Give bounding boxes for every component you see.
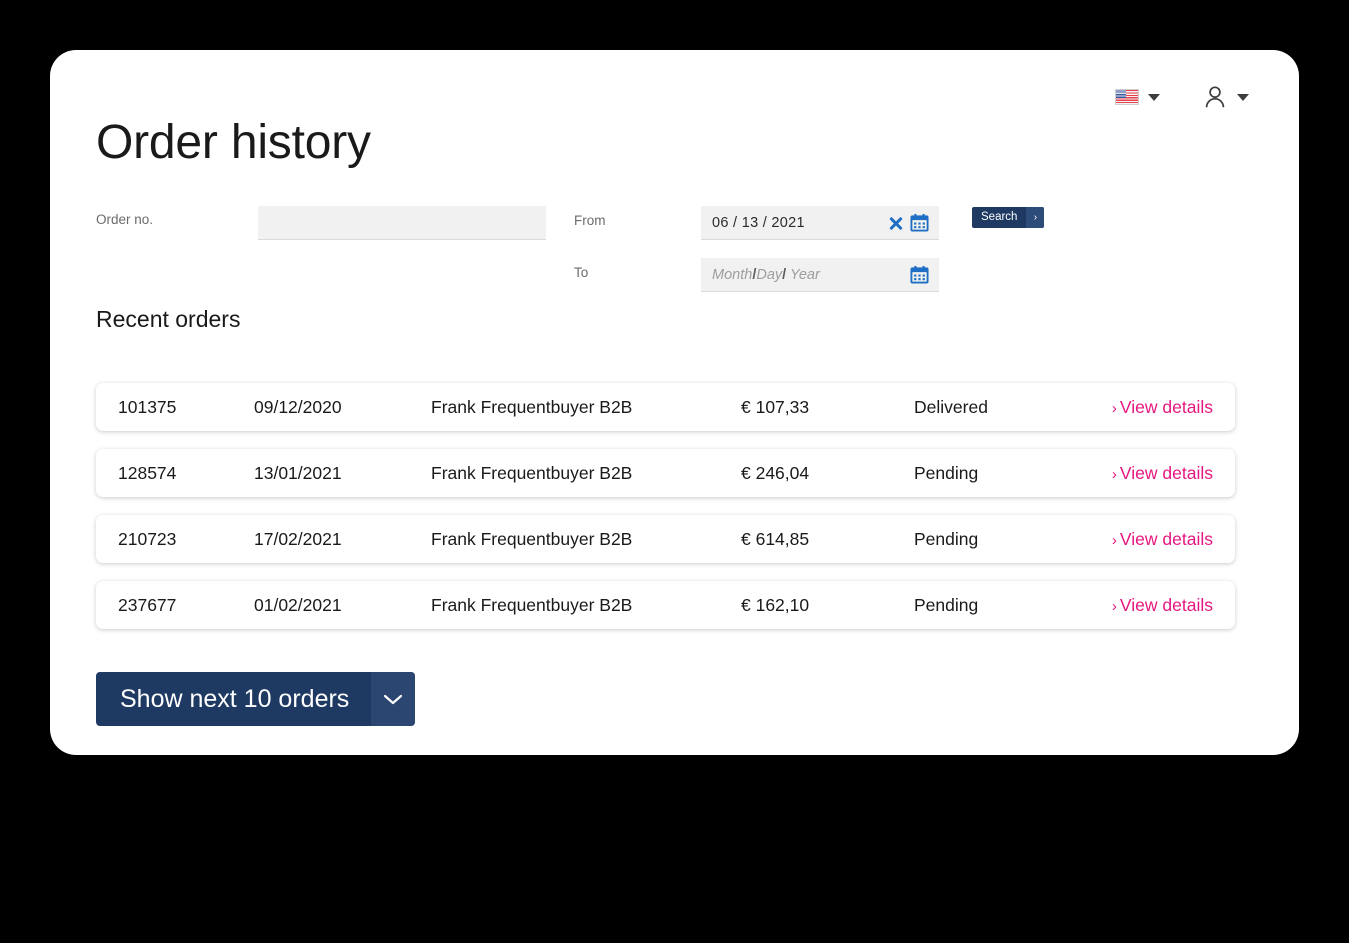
to-date-placeholder: Month/Day/ Year bbox=[701, 267, 910, 283]
from-date-value: 06 / 13 / 2021 bbox=[712, 214, 805, 231]
table-row[interactable]: 101375 09/12/2020 Frank Frequentbuyer B2… bbox=[96, 383, 1235, 431]
to-placeholder-day: Day bbox=[756, 266, 783, 283]
chevron-down-icon bbox=[1237, 93, 1249, 101]
close-icon[interactable] bbox=[886, 213, 906, 233]
show-next-orders-caret[interactable] bbox=[371, 672, 416, 726]
order-customer: Frank Frequentbuyer B2B bbox=[431, 594, 633, 615]
chevron-right-icon: › bbox=[1111, 531, 1117, 549]
chevron-right-icon: › bbox=[1111, 399, 1117, 417]
order-amount: € 162,10 bbox=[741, 594, 810, 615]
order-date: 01/02/2021 bbox=[254, 594, 342, 615]
chevron-right-icon: › bbox=[1111, 465, 1117, 483]
view-details-label: View details bbox=[1119, 528, 1213, 549]
order-no-input[interactable] bbox=[258, 206, 546, 240]
status-badge: Pending bbox=[914, 462, 979, 483]
order-id: 210723 bbox=[118, 528, 177, 549]
to-placeholder-month: Month bbox=[712, 266, 753, 283]
order-amount: € 107,33 bbox=[741, 396, 810, 417]
chevron-down-icon bbox=[384, 694, 403, 705]
calendar-icon[interactable] bbox=[910, 213, 929, 232]
view-details-label: View details bbox=[1119, 462, 1213, 483]
section-title: Recent orders bbox=[96, 306, 241, 332]
order-amount: € 614,85 bbox=[741, 528, 810, 549]
chevron-right-icon: › bbox=[1026, 207, 1045, 228]
status-badge: Delivered bbox=[914, 396, 988, 417]
order-id: 128574 bbox=[118, 462, 177, 483]
order-customer: Frank Frequentbuyer B2B bbox=[431, 528, 633, 549]
page-title: Order history bbox=[96, 116, 371, 169]
view-details-label: View details bbox=[1119, 594, 1213, 615]
table-row[interactable]: 237677 01/02/2021 Frank Frequentbuyer B2… bbox=[96, 581, 1235, 629]
language-selector[interactable] bbox=[1115, 89, 1160, 105]
order-customer: Frank Frequentbuyer B2B bbox=[431, 462, 633, 483]
view-details-link[interactable]: › View details bbox=[1112, 595, 1213, 616]
chevron-right-icon: › bbox=[1111, 597, 1117, 615]
order-id: 237677 bbox=[118, 594, 177, 615]
order-date: 13/01/2021 bbox=[254, 462, 342, 483]
chevron-down-icon bbox=[1148, 93, 1160, 101]
to-placeholder-year: Year bbox=[789, 266, 820, 283]
from-label: From bbox=[574, 213, 606, 228]
order-date: 09/12/2020 bbox=[254, 396, 342, 417]
search-button-label: Search bbox=[981, 210, 1018, 223]
search-button[interactable]: Search › bbox=[972, 207, 1045, 228]
from-date-field[interactable]: 06 / 13 / 2021 bbox=[701, 206, 939, 240]
view-details-label: View details bbox=[1119, 396, 1213, 417]
show-next-orders-button[interactable]: Show next 10 orders bbox=[96, 672, 416, 726]
order-history-card: Order history Order no. From 06 / 13 / 2… bbox=[50, 50, 1299, 755]
order-customer: Frank Frequentbuyer B2B bbox=[431, 396, 633, 417]
top-bar bbox=[1115, 84, 1249, 110]
orders-list: 101375 09/12/2020 Frank Frequentbuyer B2… bbox=[96, 383, 1235, 647]
to-placeholder-sep-2: / bbox=[782, 266, 787, 283]
view-details-link[interactable]: › View details bbox=[1112, 463, 1213, 484]
order-date: 17/02/2021 bbox=[254, 528, 342, 549]
order-no-label: Order no. bbox=[96, 212, 154, 227]
order-amount: € 246,04 bbox=[741, 462, 810, 483]
to-date-field[interactable]: Month/Day/ Year bbox=[701, 258, 939, 292]
table-row[interactable]: 210723 17/02/2021 Frank Frequentbuyer B2… bbox=[96, 515, 1235, 563]
order-id: 101375 bbox=[118, 396, 177, 417]
account-menu[interactable] bbox=[1202, 84, 1249, 110]
show-next-orders-label: Show next 10 orders bbox=[120, 684, 350, 713]
status-badge: Pending bbox=[914, 528, 979, 549]
to-label: To bbox=[574, 265, 589, 280]
status-badge: Pending bbox=[914, 594, 979, 615]
view-details-link[interactable]: › View details bbox=[1112, 529, 1213, 550]
calendar-icon[interactable] bbox=[910, 265, 929, 284]
us-flag-icon bbox=[1115, 89, 1139, 105]
user-icon bbox=[1205, 86, 1225, 108]
table-row[interactable]: 128574 13/01/2021 Frank Frequentbuyer B2… bbox=[96, 449, 1235, 497]
view-details-link[interactable]: › View details bbox=[1112, 397, 1213, 418]
